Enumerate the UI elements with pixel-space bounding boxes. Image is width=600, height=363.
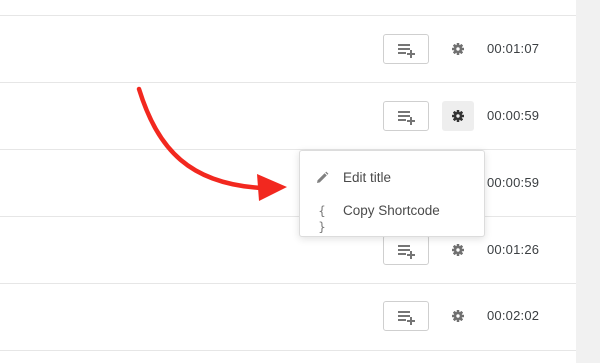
video-list: 00:01:07 00:00:59 00:00:59 00:01:26 00:0… <box>0 0 576 363</box>
video-row: 00:02:02 <box>0 284 576 350</box>
settings-gear-button[interactable] <box>442 101 474 131</box>
menu-item-label: Copy Shortcode <box>343 203 440 218</box>
playlist-add-icon <box>398 245 415 259</box>
settings-dropdown-menu: Edit title { } Copy Shortcode <box>299 150 485 237</box>
settings-gear-button[interactable] <box>442 301 474 331</box>
video-row: 00:00:59 <box>0 83 576 149</box>
video-duration: 00:00:59 <box>487 175 540 190</box>
settings-gear-button[interactable] <box>442 34 474 64</box>
scrollbar-track[interactable] <box>576 0 600 363</box>
braces-icon: { } <box>318 204 326 234</box>
menu-item-copy-shortcode[interactable]: { } Copy Shortcode <box>300 197 484 234</box>
add-to-playlist-button[interactable] <box>383 34 429 64</box>
video-duration: 00:02:02 <box>487 308 540 323</box>
video-row: 00:00:59 <box>0 150 576 216</box>
gear-icon <box>452 310 464 322</box>
playlist-add-icon <box>398 44 415 58</box>
gear-icon <box>452 43 464 55</box>
video-duration: 00:00:59 <box>487 108 540 123</box>
menu-item-edit-title[interactable]: Edit title <box>300 164 484 192</box>
video-duration: 00:01:26 <box>487 242 540 257</box>
video-duration: 00:01:07 <box>487 41 540 56</box>
row-divider <box>0 350 576 351</box>
video-row: 00:01:26 <box>0 217 576 283</box>
add-to-playlist-button[interactable] <box>383 235 429 265</box>
add-to-playlist-button[interactable] <box>383 301 429 331</box>
add-to-playlist-button[interactable] <box>383 101 429 131</box>
video-row: 00:01:07 <box>0 16 576 82</box>
pencil-icon <box>314 170 330 186</box>
gear-icon <box>452 244 464 256</box>
menu-item-label: Edit title <box>343 170 392 185</box>
gear-icon <box>452 110 464 122</box>
settings-gear-button[interactable] <box>442 235 474 265</box>
playlist-add-icon <box>398 311 415 325</box>
playlist-add-icon <box>398 111 415 125</box>
